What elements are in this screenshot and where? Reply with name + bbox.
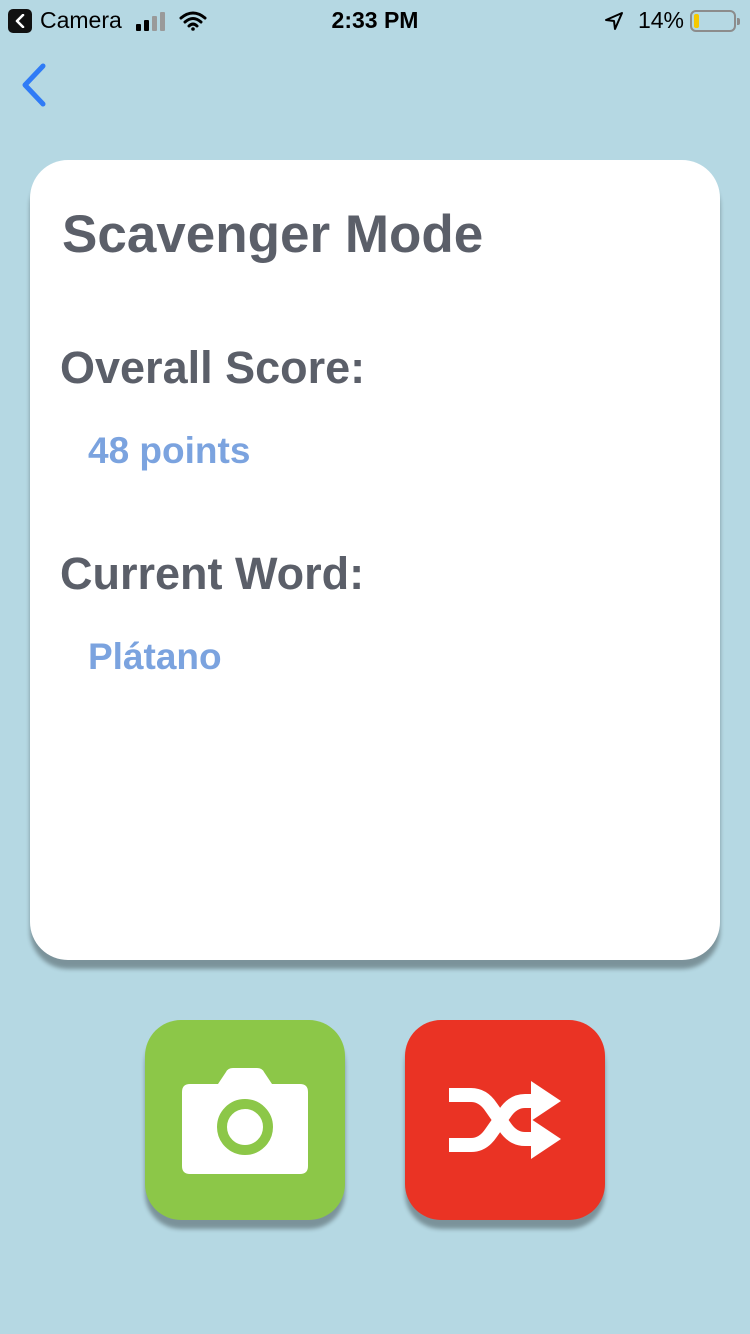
back-button[interactable] (14, 60, 54, 110)
shuffle-icon (449, 1081, 561, 1159)
overall-score-value: 48 points (88, 430, 251, 471)
status-bar: Camera 2:33 PM 14% (0, 0, 750, 40)
current-word-label: Current Word: (60, 548, 365, 599)
battery-icon (690, 9, 740, 32)
camera-button[interactable] (145, 1020, 345, 1220)
page-title: Scavenger Mode (62, 205, 484, 264)
current-word-value: Plátano (88, 636, 222, 677)
chevron-left-icon (22, 63, 46, 107)
screen: Camera 2:33 PM 14% Scavenger Mode Overal… (0, 0, 750, 1334)
location-arrow-icon (604, 11, 623, 30)
shuffle-word-button[interactable] (405, 1020, 605, 1220)
battery-level-fill (694, 13, 700, 28)
scavenger-info-card: Scavenger Mode Overall Score: 48 points … (30, 160, 720, 960)
overall-score-label: Overall Score: (60, 342, 366, 393)
status-bar-right: 14% (604, 7, 740, 34)
battery-percentage: 14% (637, 7, 684, 33)
camera-icon (182, 1068, 308, 1174)
